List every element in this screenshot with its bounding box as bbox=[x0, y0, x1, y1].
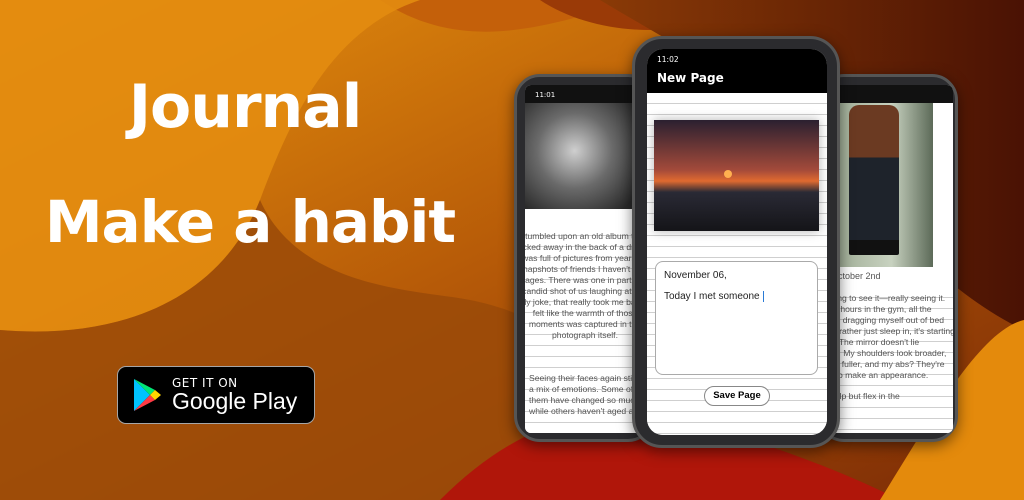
status-time: 11:01 bbox=[535, 91, 556, 99]
entry-paragraph: I'm starting to see it—really seeing it.… bbox=[829, 293, 953, 380]
entry-paragraph: I stumbled upon an old album today, tuck… bbox=[525, 231, 649, 340]
entry-paragraph: Seeing their faces again stirred a mix o… bbox=[529, 373, 647, 416]
entry-textarea[interactable]: November 06, Today I met someone bbox=[655, 261, 818, 375]
entry-date-text: November 06, bbox=[664, 270, 727, 281]
google-play-icon bbox=[134, 379, 161, 411]
center-phone: 11:02 New Page November 06, Today I met … bbox=[632, 36, 840, 448]
status-time: 11:02 bbox=[657, 55, 679, 64]
journal-photo[interactable] bbox=[654, 120, 819, 231]
page-title: New Page bbox=[657, 71, 724, 85]
headline-journal: Journal bbox=[128, 72, 363, 142]
save-page-button[interactable]: Save Page bbox=[704, 386, 770, 406]
badge-big-text: Google Play bbox=[172, 387, 298, 414]
entry-text: Today I met someone bbox=[664, 291, 760, 303]
journal-photo bbox=[525, 103, 649, 209]
google-play-badge[interactable]: GET IT ON Google Play bbox=[117, 366, 315, 424]
entry-paragraph: I can't help but flex in the bbox=[829, 391, 900, 401]
text-cursor bbox=[762, 291, 764, 302]
headline-make-a-habit: Make a habit bbox=[44, 188, 456, 256]
